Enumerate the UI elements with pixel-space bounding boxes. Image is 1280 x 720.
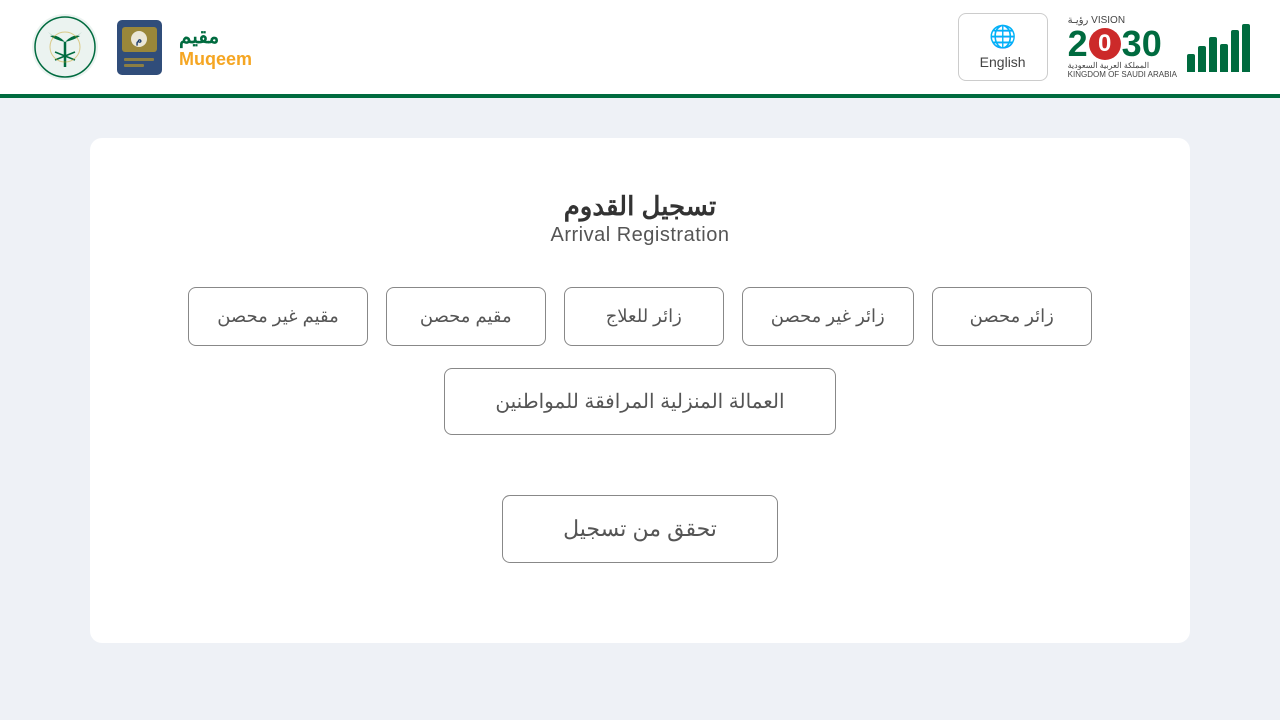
muqeem-secondary-icon: م: [112, 12, 167, 82]
medical-visitor-button[interactable]: زائر للعلاج: [564, 287, 724, 346]
vaccinated-resident-btn[interactable]: مقيم محصن: [386, 287, 546, 346]
main-content: تسجيل القدوم Arrival Registration مقيم غ…: [0, 98, 1280, 683]
page-title-english: Arrival Registration: [551, 224, 730, 247]
english-label: English: [980, 54, 1026, 70]
vaccinated-visitor-button[interactable]: زائر محصن: [932, 287, 1092, 346]
header-logo-area: م مقيم Muqeem: [30, 12, 252, 82]
unvaccinated-visitor-button[interactable]: زائر غير محصن: [742, 287, 914, 346]
globe-icon: 🌐: [989, 24, 1016, 50]
saudi-emblem-icon: [30, 12, 100, 82]
vaccinated-resident-button[interactable]: مقيم غير محصن: [188, 287, 368, 346]
english-language-button[interactable]: 🌐 English: [958, 13, 1048, 81]
muqeem-english-label: Muqeem: [179, 49, 252, 70]
stats-bars-icon: [1187, 22, 1250, 72]
options-row-1: مقيم غير محصن مقيم محصن زائر للعلاج زائر…: [188, 287, 1092, 346]
vision-ksa-english-label: KINGDOM OF SAUDI ARABIA: [1068, 71, 1177, 80]
page-title: تسجيل القدوم Arrival Registration: [551, 188, 730, 247]
svg-text:م: م: [136, 35, 142, 46]
vision-number: 2030: [1068, 26, 1162, 62]
registration-card: تسجيل القدوم Arrival Registration مقيم غ…: [90, 138, 1190, 643]
page-title-arabic: تسجيل القدوم: [551, 188, 730, 224]
check-registration-button[interactable]: تحقق من تسجيل: [502, 495, 778, 563]
vision-2030-logo: VISION رؤيـة 2030 المملكة العربية السعود…: [1068, 15, 1250, 80]
muqeem-brand: مقيم Muqeem: [179, 24, 252, 70]
header-right-area: 🌐 English VISION رؤيـة 2030 المملكة العر…: [958, 13, 1250, 81]
vision-text-block: VISION رؤيـة 2030 المملكة العربية السعود…: [1068, 15, 1177, 80]
header: م مقيم Muqeem 🌐 English VISION رؤيـة 203…: [0, 0, 1280, 98]
muqeem-arabic-label: مقيم: [179, 24, 219, 49]
domestic-labor-button[interactable]: العمالة المنزلية المرافقة للمواطنين: [444, 368, 835, 435]
